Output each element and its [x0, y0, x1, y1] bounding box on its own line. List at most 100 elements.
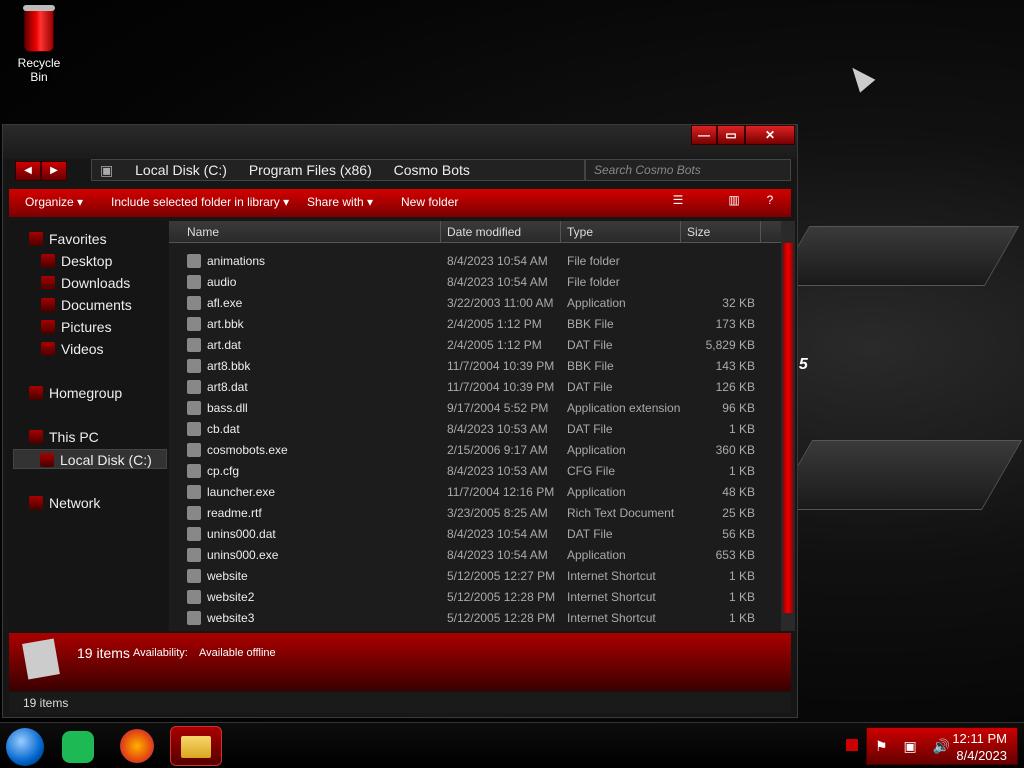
help-icon[interactable]: ?	[761, 193, 779, 211]
file-type: Internet Shortcut	[567, 611, 656, 625]
sidebar-item-this-pc[interactable]: This PC	[29, 427, 187, 447]
breadcrumb-program-files[interactable]: Program Files (x86)	[249, 162, 372, 178]
table-row[interactable]: art8.bbk 11/7/2004 10:39 PM BBK File 143 KB	[169, 356, 781, 377]
file-date: 8/4/2023 10:54 AM	[447, 548, 548, 562]
desktop-icon	[41, 254, 55, 268]
include-in-library-menu[interactable]: Include selected folder in library ▾	[111, 195, 289, 209]
file-size: 32 KB	[722, 296, 755, 310]
file-name: art.dat	[207, 338, 242, 352]
vertical-scrollbar[interactable]	[781, 221, 795, 631]
folder-icon	[187, 275, 201, 289]
file-date: 9/17/2004 5:52 PM	[447, 401, 549, 415]
file-date: 5/12/2005 12:28 PM	[447, 611, 556, 625]
file-date: 8/4/2023 10:54 AM	[447, 275, 548, 289]
file-type: Application	[567, 485, 626, 499]
table-row[interactable]: cosmobots.exe 2/15/2006 9:17 AM Applicatio…	[169, 440, 781, 461]
scrollbar-thumb[interactable]	[783, 243, 793, 613]
sidebar-item-local-disk[interactable]: Local Disk (C:)	[13, 449, 167, 469]
file-date: 5/12/2005 12:28 PM	[447, 590, 556, 604]
sidebar-label: Downloads	[61, 275, 131, 291]
file-name: cp.cfg	[207, 464, 240, 478]
share-with-menu[interactable]: Share with ▾	[307, 195, 373, 209]
file-name: animations	[207, 254, 266, 268]
availability-label: Availability:	[133, 647, 188, 659]
firefox-icon[interactable]	[120, 729, 154, 763]
file-name: cb.dat	[207, 422, 240, 436]
new-folder-button[interactable]: New folder	[401, 195, 458, 209]
table-row[interactable]: cp.cfg 8/4/2023 10:53 AM CFG File 1 KB	[169, 461, 781, 482]
sidebar-label: Desktop	[61, 253, 113, 269]
title-bar[interactable]: — ▭ ✕	[3, 125, 797, 159]
organize-menu[interactable]: Organize ▾	[25, 195, 83, 209]
table-row[interactable]: afl.exe 3/22/2003 11:00 AM Application 32 K…	[169, 293, 781, 314]
folder-icon: ▣	[100, 162, 114, 178]
address-bar[interactable]: ▣ Local Disk (C:) Program Files (x86) Co…	[91, 159, 585, 181]
column-header-size[interactable]: Size	[681, 221, 761, 243]
breadcrumb-local-disk[interactable]: Local Disk (C:)	[135, 162, 227, 178]
clock-time: 12:11 PM	[952, 731, 1007, 746]
show-hidden-icons-icon[interactable]	[846, 739, 858, 751]
spotify-icon[interactable]	[62, 731, 94, 763]
table-row[interactable]: cb.dat 8/4/2023 10:53 AM DAT File 1 KB	[169, 419, 781, 440]
breadcrumb-cosmo-bots[interactable]: Cosmo Bots	[394, 162, 470, 178]
file-type: DAT File	[567, 527, 613, 541]
sidebar-item-favorites[interactable]: Favorites	[29, 229, 187, 249]
table-row[interactable]: art.dat 2/4/2005 1:12 PM DAT File 5,829 KB	[169, 335, 781, 356]
table-row[interactable]: animations 8/4/2023 10:54 AM File folder	[169, 251, 781, 272]
sidebar-label: Pictures	[61, 319, 112, 335]
table-row[interactable]: website3 5/12/2005 12:28 PM Internet Short…	[169, 608, 781, 629]
table-row[interactable]: unins000.dat 8/4/2023 10:54 AM DAT File 56 …	[169, 524, 781, 545]
forward-button[interactable]: ▶	[41, 161, 67, 181]
file-icon	[187, 359, 201, 373]
column-header-name[interactable]: Name	[169, 221, 441, 243]
file-date: 8/4/2023 10:53 AM	[447, 422, 548, 436]
explorer-window: — ▭ ✕ ◀ ▶ ▣ Local Disk (C:) Program File…	[2, 124, 798, 718]
view-options-icon[interactable]: ☰	[669, 193, 687, 211]
table-row[interactable]: website2 5/12/2005 12:28 PM Internet Short…	[169, 587, 781, 608]
column-header-type[interactable]: Type	[561, 221, 681, 243]
table-row[interactable]: readme.rtf 3/23/2005 8:25 AM Rich Text Doc…	[169, 503, 781, 524]
start-button[interactable]	[6, 728, 44, 766]
maximize-button[interactable]: ▭	[717, 125, 745, 145]
minimize-button[interactable]: —	[691, 125, 717, 145]
back-button[interactable]: ◀	[15, 161, 41, 181]
file-name: website3	[207, 611, 255, 625]
table-row[interactable]: unins000.exe 8/4/2023 10:54 AM Application…	[169, 545, 781, 566]
file-size: 126 KB	[715, 380, 755, 394]
mouse-cursor-icon	[844, 61, 876, 93]
file-date: 11/7/2004 10:39 PM	[447, 380, 555, 394]
file-name: website	[207, 569, 248, 583]
file-size: 5,829 KB	[705, 338, 755, 352]
folder-icon	[187, 254, 201, 268]
close-button[interactable]: ✕	[745, 125, 795, 145]
table-row[interactable]: website 5/12/2005 12:27 PM Internet Shortc…	[169, 566, 781, 587]
file-size: 96 KB	[722, 401, 755, 415]
file-icon	[187, 317, 201, 331]
file-size: 143 KB	[715, 359, 755, 373]
column-header-date[interactable]: Date modified	[441, 221, 561, 243]
download-icon	[41, 276, 55, 290]
organize-label: Organize	[25, 195, 74, 209]
sidebar-item-homegroup[interactable]: Homegroup	[29, 383, 187, 403]
sidebar-label: Favorites	[49, 231, 107, 247]
clock[interactable]: 12:11 PM 8/4/2023	[952, 730, 1007, 764]
table-row[interactable]: audio 8/4/2023 10:54 AM File folder	[169, 272, 781, 293]
file-type: Internet Shortcut	[567, 590, 656, 604]
documents-icon	[41, 298, 55, 312]
file-icon	[187, 401, 201, 415]
table-row[interactable]: launcher.exe 11/7/2004 12:16 PM Applicatio…	[169, 482, 781, 503]
file-type: DAT File	[567, 422, 613, 436]
recycle-bin-icon[interactable]: Recycle Bin	[8, 5, 70, 84]
file-icon	[187, 422, 201, 436]
file-icon	[187, 569, 201, 583]
table-row[interactable]: art.bbk 2/4/2005 1:12 PM BBK File 173 KB	[169, 314, 781, 335]
file-explorer-taskbar-button[interactable]	[170, 726, 222, 766]
table-row[interactable]: art8.dat 11/7/2004 10:39 PM DAT File 126 KB	[169, 377, 781, 398]
file-icon	[187, 296, 201, 310]
sidebar-item-network[interactable]: Network	[29, 493, 187, 513]
table-row[interactable]: bass.dll 9/17/2004 5:52 PM Application ext…	[169, 398, 781, 419]
search-input[interactable]: Search Cosmo Bots	[585, 159, 791, 181]
tray-icons[interactable]: ⚑ ▣ 🔊	[875, 738, 956, 755]
share-label: Share with	[307, 195, 364, 209]
preview-pane-icon[interactable]: ▥	[725, 193, 743, 211]
